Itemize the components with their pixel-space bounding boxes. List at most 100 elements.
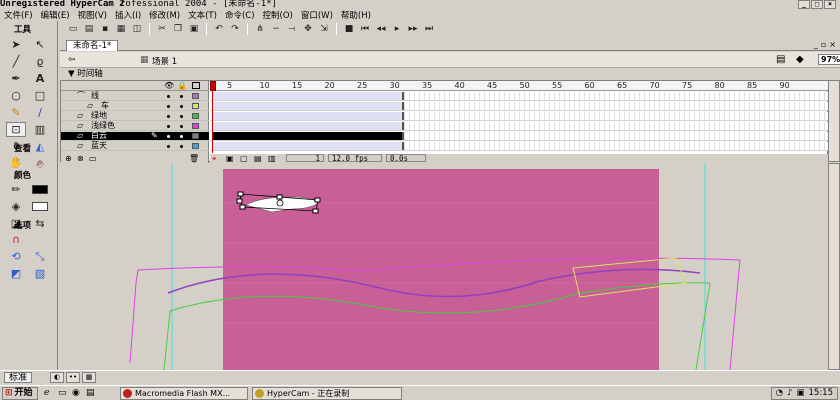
layer-toggle-dot[interactable] (167, 105, 170, 108)
copy-icon[interactable]: ❐ (171, 23, 185, 36)
cut-icon[interactable]: ✂ (155, 23, 169, 36)
scale-icon[interactable]: ⇲ (317, 23, 331, 36)
free-transform-tool-icon[interactable]: ⊡ (6, 122, 26, 137)
frame-span[interactable] (212, 102, 404, 110)
ime-standard-button[interactable]: 标准 (4, 372, 33, 383)
layer-toggle-dot[interactable] (180, 145, 183, 148)
frame-span[interactable] (212, 142, 404, 150)
pink-outline-path[interactable] (129, 269, 139, 364)
edit-multiple-icon[interactable]: ▤ (254, 154, 262, 163)
print-preview-icon[interactable]: ◫ (130, 23, 144, 36)
layer-toggle-dot[interactable] (167, 125, 170, 128)
menu-window[interactable]: 窗口(W) (301, 9, 333, 21)
onion-skin-icon[interactable]: ▣ (226, 154, 234, 163)
envelope-option-icon[interactable]: ▧ (30, 266, 50, 281)
frame-span[interactable] (212, 122, 404, 130)
onion-outline-icon[interactable]: ▢ (240, 154, 248, 163)
layer-toggle-dot[interactable] (180, 105, 183, 108)
rectangle-tool-icon[interactable]: □ (30, 88, 50, 103)
step-back-icon[interactable]: ◂◂ (374, 23, 388, 36)
redo-icon[interactable]: ↷ (228, 23, 242, 36)
green-ground-path[interactable] (163, 310, 171, 370)
menu-modify[interactable]: 修改(M) (149, 9, 180, 21)
layer-outline-color[interactable] (192, 103, 199, 109)
menu-text[interactable]: 文本(T) (188, 9, 217, 21)
layer-toggle-dot[interactable] (167, 95, 170, 98)
edit-scene-icon[interactable]: ▤ (776, 54, 785, 65)
paste-icon[interactable]: ▣ (187, 23, 201, 36)
frame-grid[interactable]: 5 10 15 20 25 30 35 40 45 50 55 60 65 70 75 80 85 90 ⌖ ▣ … (210, 81, 828, 163)
go-end-icon[interactable]: ⏭ (422, 23, 436, 36)
layer-toggle-dot[interactable] (180, 135, 183, 138)
onion-markers-icon[interactable]: ▥ (268, 154, 276, 163)
scale-option-icon[interactable]: ⤡ (30, 249, 50, 264)
edit-symbols-icon[interactable]: ◆ (796, 54, 804, 65)
layer-outline-color[interactable] (192, 113, 199, 119)
layer-row[interactable]: ▱ 浅绿色 (61, 122, 209, 131)
rotate-icon[interactable]: ✥ (301, 23, 315, 36)
frame-row[interactable] (210, 142, 828, 151)
frame-row[interactable] (210, 112, 828, 121)
open-file-icon[interactable]: ▤ (82, 23, 96, 36)
play-icon[interactable]: ▸ (390, 23, 404, 36)
stroke-color-swatch[interactable] (30, 182, 50, 197)
oval-tool-icon[interactable]: ○ (6, 88, 26, 103)
pencil-tool-icon[interactable]: ✎ (6, 105, 26, 120)
layer-row[interactable]: ▱ 车 (61, 102, 209, 111)
lock-icon[interactable]: 🔒 (177, 81, 187, 90)
stop-icon[interactable]: ■ (342, 23, 356, 36)
print-icon[interactable]: ▦ (114, 23, 128, 36)
timeline-scrollbar[interactable] (828, 80, 840, 162)
ie-icon[interactable]: ℯ (44, 388, 49, 398)
center-frame-icon[interactable]: ⌖ (212, 154, 217, 163)
snap-magnet-icon[interactable]: ⋔ (253, 23, 267, 36)
doc-close-icon[interactable]: × (829, 40, 836, 49)
snap-option-icon[interactable]: ∩ (6, 232, 26, 247)
layer-toggle-dot[interactable] (180, 115, 183, 118)
frame-ruler[interactable]: 5 10 15 20 25 30 35 40 45 50 55 60 65 70 75 80 85 90 (210, 81, 828, 91)
menu-edit[interactable]: 编辑(E) (41, 9, 70, 21)
layer-outline-color[interactable] (192, 133, 199, 139)
step-forward-icon[interactable]: ▸▸ (406, 23, 420, 36)
zoom-select[interactable]: 97% (818, 54, 840, 65)
layer-outline-color[interactable] (192, 123, 199, 129)
text-tool-icon[interactable]: A (30, 71, 50, 86)
distort-option-icon[interactable]: ◩ (6, 266, 26, 281)
frame-row[interactable] (210, 122, 828, 131)
delete-layer-icon[interactable]: 🗑 (189, 154, 199, 163)
media-icon[interactable]: ◉ (72, 388, 80, 398)
lasso-tool-icon[interactable]: ϱ (30, 54, 50, 69)
add-layer-icon[interactable]: ⊕ (65, 154, 72, 163)
minimize-button[interactable]: _ (798, 0, 810, 9)
ime-punct-icon[interactable]: •• (66, 372, 80, 383)
stroke-color-icon[interactable]: ✏ (6, 182, 26, 197)
line-tool-icon[interactable]: ╱ (6, 54, 26, 69)
frame-row[interactable] (210, 92, 828, 101)
layer-row[interactable]: ▱ 蓝天 (61, 142, 209, 151)
back-arrow-icon[interactable]: ⇦ (68, 55, 76, 65)
eye-icon[interactable]: 👁 (164, 81, 174, 90)
doc-minimize-icon[interactable]: _ (814, 40, 818, 49)
ime-moon-icon[interactable]: ◐ (50, 372, 64, 383)
ime-keyboard-icon[interactable]: ▦ (82, 372, 96, 383)
straighten-icon[interactable]: ⤙ (285, 23, 299, 36)
frame-span[interactable] (212, 92, 404, 100)
desktop-icon[interactable]: ▭ (58, 388, 67, 398)
close-button[interactable]: × (824, 0, 836, 9)
maximize-button[interactable]: □ (811, 0, 823, 9)
playhead[interactable] (210, 81, 216, 153)
fill-color-icon[interactable]: ◈ (6, 199, 26, 214)
menu-view[interactable]: 视图(V) (78, 9, 107, 21)
rewind-icon[interactable]: ⏮ (358, 23, 372, 36)
smooth-icon[interactable]: ∽ (269, 23, 283, 36)
frame-row[interactable] (210, 102, 828, 111)
tray-icon[interactable]: ▣ (796, 388, 804, 399)
subselect-tool-icon[interactable]: ↖ (30, 37, 50, 52)
layer-outline-color[interactable] (192, 93, 199, 99)
menu-file[interactable]: 文件(F) (4, 9, 33, 21)
hand-tool-icon[interactable]: ✋ (6, 155, 26, 170)
menu-commands[interactable]: 命令(C) (225, 9, 255, 21)
add-folder-icon[interactable]: ▭ (89, 154, 97, 163)
add-guide-icon[interactable]: ⊗ (77, 154, 84, 163)
outline-icon[interactable] (192, 82, 200, 89)
